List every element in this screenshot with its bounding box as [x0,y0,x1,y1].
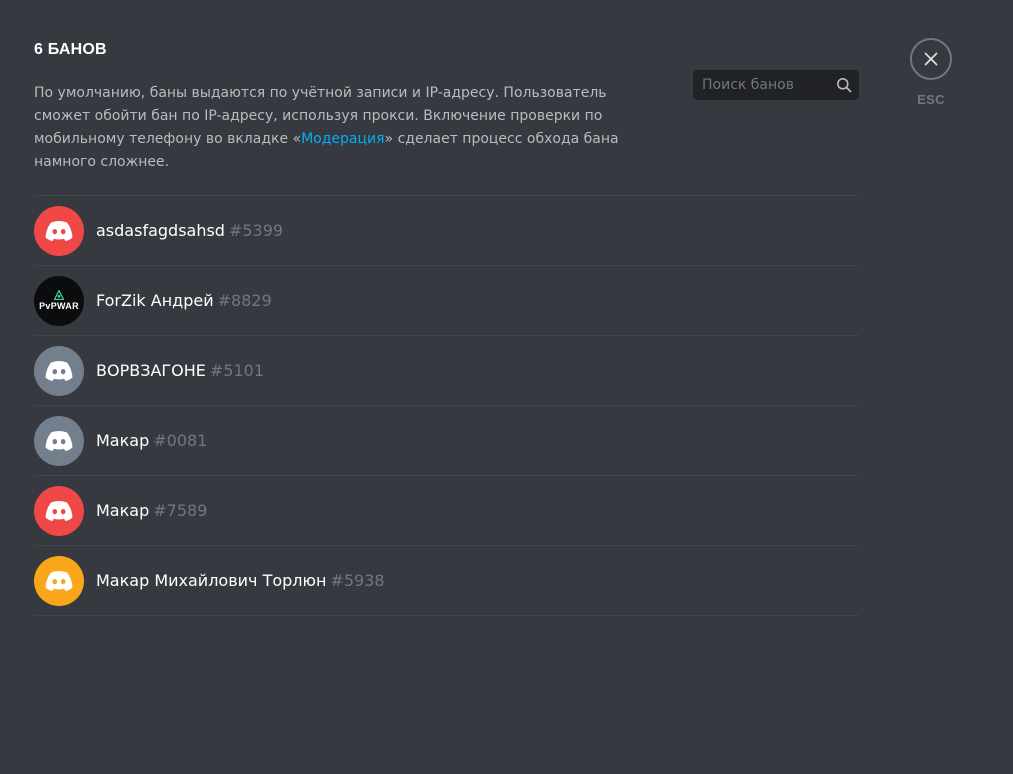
user-discriminator: #5399 [228,221,284,240]
search-input[interactable] [693,77,835,93]
bans-panel: 6 БАНОВ По умолчанию, баны выдаются по у… [34,40,859,616]
info-row: По умолчанию, баны выдаются по учётной з… [34,70,859,195]
user-discriminator: #8829 [217,291,272,310]
ban-row[interactable]: PvPWAR ForZik Андрей #8829 [34,266,859,336]
banned-username: Макар Михайлович Торлюн [96,571,327,590]
ban-row[interactable]: ВОРВЗАГОНЕ #5101 [34,336,859,406]
close-control: ESC [908,38,954,107]
ban-list-page: 6 БАНОВ По умолчанию, баны выдаются по у… [0,0,1013,774]
ban-list: asdasfagdsahsd #5399 PvPWAR ForZik Андре… [34,195,859,616]
page-title: 6 БАНОВ [34,41,107,58]
search-icon[interactable] [835,76,853,94]
ban-row[interactable]: asdasfagdsahsd #5399 [34,196,859,266]
pvpwar-logo-text: PvPWAR [39,301,79,311]
search-box[interactable] [693,70,859,100]
banned-username: ForZik Андрей [96,291,214,310]
avatar[interactable] [34,555,84,606]
avatar[interactable]: PvPWAR [34,275,84,326]
moderation-link[interactable]: Модерация [301,131,384,147]
ban-row[interactable]: Макар #7589 [34,476,859,546]
discord-logo-icon [45,500,73,521]
discord-logo-icon [45,360,73,381]
ban-row[interactable]: Макар #0081 [34,406,859,476]
pvpwar-emblem-icon [54,290,64,300]
ban-description: По умолчанию, баны выдаются по учётной з… [34,82,644,174]
user-discriminator: #7589 [153,501,208,520]
avatar[interactable] [34,485,84,536]
discord-logo-icon [45,570,73,591]
user-discriminator: #5101 [209,361,265,380]
esc-hint: ESC [917,92,945,107]
avatar[interactable] [34,345,84,396]
avatar[interactable] [34,205,84,256]
banned-username: ВОРВЗАГОНЕ [96,361,206,380]
banned-username: Макар [96,431,150,450]
ban-row[interactable]: Макар Михайлович Торлюн #5938 [34,546,859,616]
close-icon [924,52,938,66]
banned-username: Макар [96,501,150,520]
close-button[interactable] [910,38,952,80]
user-discriminator: #5938 [330,571,385,590]
banned-username: asdasfagdsahsd [96,221,225,240]
user-discriminator: #0081 [153,431,208,450]
discord-logo-icon [45,220,73,241]
discord-logo-icon [45,430,73,451]
avatar[interactable] [34,415,84,466]
